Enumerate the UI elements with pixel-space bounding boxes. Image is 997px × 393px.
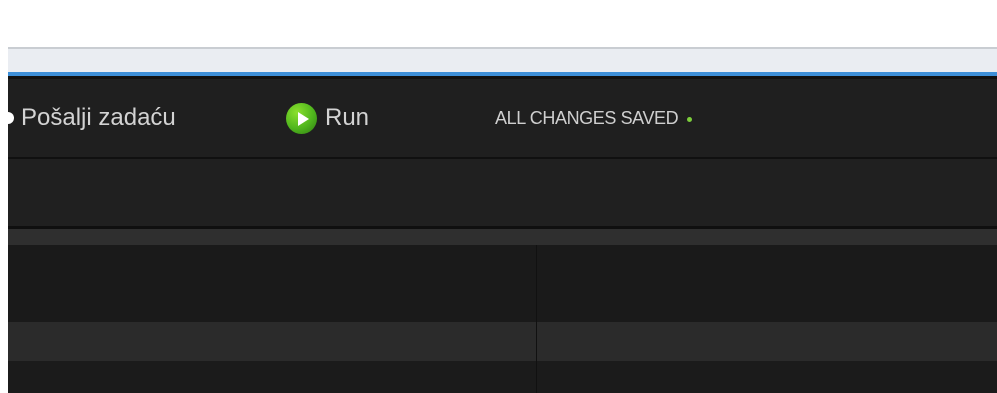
- play-icon: [286, 102, 317, 134]
- left-gutter: [0, 0, 8, 393]
- run-label: Run: [325, 104, 370, 131]
- submit-assignment-label: Pošalji zadaću: [21, 104, 176, 131]
- run-button[interactable]: Run: [286, 79, 369, 157]
- grid-row: [8, 361, 997, 393]
- save-status-text: ALL CHANGES SAVED: [495, 107, 679, 128]
- secondary-toolbar: [8, 159, 997, 226]
- app-window: Pošalji zadaću Run ALL CHANGES SAVED: [0, 0, 997, 393]
- browser-top-area: [8, 0, 997, 47]
- panel-header-strip: [8, 229, 997, 245]
- browser-strip: [8, 49, 997, 72]
- submit-assignment-button[interactable]: Pošalji zadaću: [2, 79, 176, 157]
- grid-row: [8, 245, 997, 322]
- save-status: ALL CHANGES SAVED: [495, 79, 693, 157]
- grid-row: [8, 322, 997, 361]
- grid-column-divider: [536, 245, 537, 393]
- editor-toolbar: Pošalji zadaću Run ALL CHANGES SAVED: [2, 79, 997, 157]
- status-dot-icon: [687, 116, 693, 122]
